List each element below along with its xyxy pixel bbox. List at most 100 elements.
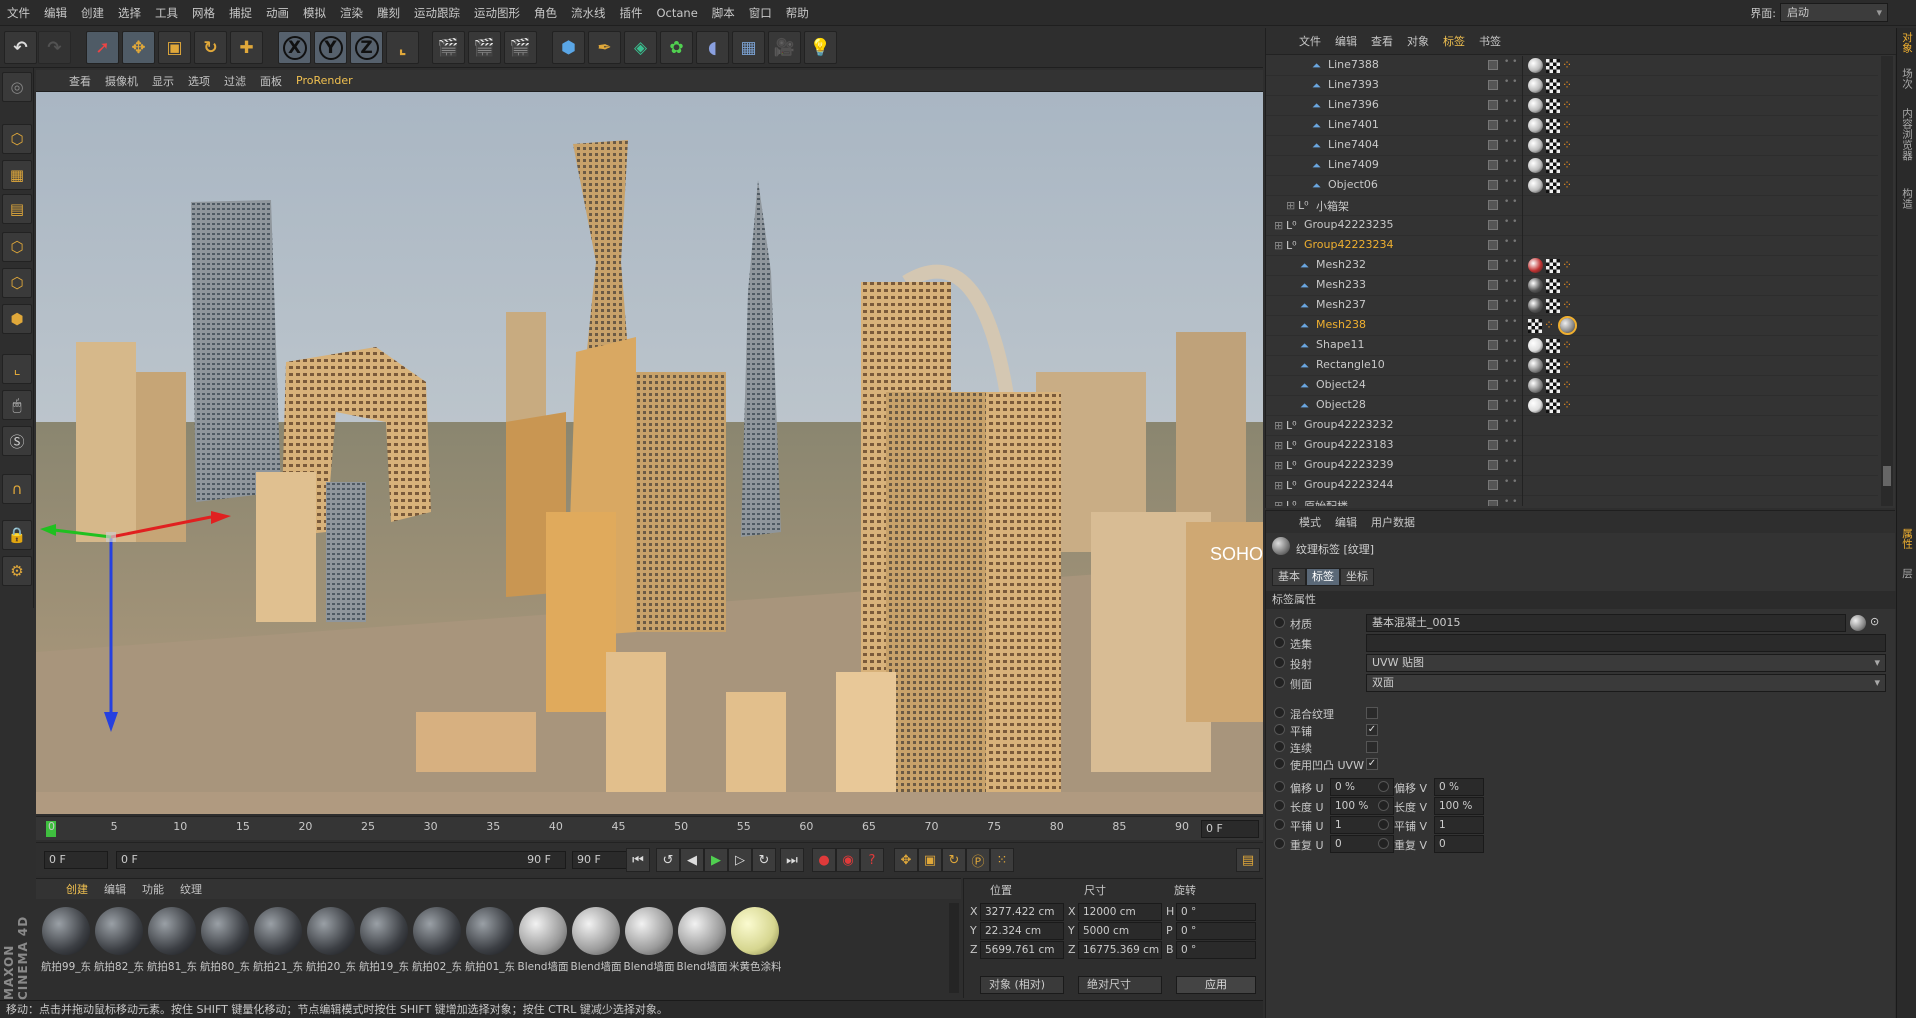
material-swatch[interactable]: 航拍81_东	[146, 905, 206, 985]
select-tool-button[interactable]: ➚	[86, 31, 119, 64]
material-swatch[interactable]: Blend墙面	[623, 905, 683, 985]
viewport-menu-item[interactable]: 查看	[62, 73, 98, 89]
attribute-checkbox[interactable]	[1366, 707, 1378, 719]
object-row[interactable]: ⏶ Object28 • • ⁘	[1266, 396, 1878, 416]
visibility-toggle-icon[interactable]	[1488, 320, 1498, 330]
timeline-window-button[interactable]: ▤	[1236, 848, 1260, 872]
apply-button[interactable]: 应用	[1176, 976, 1256, 994]
menu-item[interactable]: 工具	[148, 5, 185, 21]
attribute-dropdown[interactable]: 双面	[1366, 674, 1886, 692]
redo-button[interactable]: ↷	[38, 31, 71, 64]
side-tab[interactable]: 层	[1899, 568, 1915, 579]
checker-tag-icon[interactable]	[1546, 79, 1560, 93]
expand-icon[interactable]: ⊞	[1274, 239, 1283, 252]
snap-icon[interactable]: Ⓢ	[2, 426, 32, 456]
visibility-toggle-icon[interactable]	[1488, 420, 1498, 430]
menu-item[interactable]: 雕刻	[370, 5, 407, 21]
expand-icon[interactable]: ⊞	[1274, 459, 1283, 472]
menu-item[interactable]: 模拟	[296, 5, 333, 21]
object-row[interactable]: ⊞L⁰ 原始配楼 • •	[1266, 496, 1878, 506]
phong-tag-icon[interactable]: ⁘	[1562, 79, 1576, 93]
z-axis-button[interactable]: Z	[350, 31, 383, 64]
render-editor-dots-icon[interactable]: • •	[1504, 158, 1517, 167]
material-swatch[interactable]: Blend墙面	[676, 905, 736, 985]
material-menu-item[interactable]: 编辑	[96, 881, 134, 897]
render-editor-dots-icon[interactable]: • •	[1504, 118, 1517, 127]
checker-tag-icon[interactable]	[1546, 139, 1560, 153]
animate-radio-icon[interactable]	[1274, 800, 1285, 811]
pen-spline-button[interactable]: ✒	[588, 31, 621, 64]
visibility-toggle-icon[interactable]	[1488, 80, 1498, 90]
light-button[interactable]: 💡	[804, 31, 837, 64]
object-manager-menu-item[interactable]: 标签	[1436, 33, 1472, 49]
phong-tag-icon[interactable]: ⁘	[1562, 119, 1576, 133]
prev-frame-button[interactable]: ◀	[680, 848, 704, 872]
checker-tag-icon[interactable]	[1546, 299, 1560, 313]
phong-tag-icon[interactable]: ⁘	[1562, 299, 1576, 313]
side-tab[interactable]: 属性	[1899, 528, 1915, 549]
autokey-button[interactable]: ◉	[836, 848, 860, 872]
animate-radio-icon[interactable]	[1274, 637, 1285, 648]
goto-end-button[interactable]: ⏭	[780, 848, 804, 872]
phong-tag-icon[interactable]: ⁘	[1562, 99, 1576, 113]
y-axis-button[interactable]: Y	[314, 31, 347, 64]
visibility-toggle-icon[interactable]	[1488, 100, 1498, 110]
side-tab[interactable]: 内容浏览器	[1899, 108, 1915, 161]
animate-radio-icon[interactable]	[1274, 677, 1285, 688]
checker-tag-icon[interactable]	[1546, 399, 1560, 413]
material-menu-item[interactable]: 创建	[58, 881, 96, 897]
material-link-ball-icon[interactable]	[1850, 615, 1866, 631]
material-scrollbar[interactable]	[949, 903, 959, 993]
deformer-button[interactable]: ◖	[696, 31, 729, 64]
animate-radio-icon[interactable]	[1274, 741, 1285, 752]
render-editor-dots-icon[interactable]: • •	[1504, 278, 1517, 287]
record-active-objects-button[interactable]: ●	[812, 848, 836, 872]
object-row[interactable]: ⏶ Rectangle10 • • ⁘	[1266, 356, 1878, 376]
render-editor-dots-icon[interactable]: • •	[1504, 58, 1517, 67]
phong-tag-icon[interactable]: ⁘	[1562, 139, 1576, 153]
array-cloner-button[interactable]: ✿	[660, 31, 693, 64]
attribute-tab[interactable]: 坐标	[1340, 568, 1374, 586]
viewport-menu-item[interactable]: 过滤	[217, 73, 253, 89]
polygons-mode-icon[interactable]: ⬢	[2, 304, 32, 334]
menu-item[interactable]: 动画	[259, 5, 296, 21]
object-row[interactable]: ⊞ L⁰ Group42223244 • •	[1266, 476, 1878, 496]
material-tag-icon[interactable]	[1528, 278, 1543, 293]
object-row[interactable]: ⏶ Mesh233 • • ⁘	[1266, 276, 1878, 296]
material-tag-icon[interactable]	[1528, 258, 1543, 273]
coordinate-system-button[interactable]: ⌞	[386, 31, 419, 64]
attribute-menu-item[interactable]: 编辑	[1328, 514, 1364, 530]
animate-radio-icon[interactable]	[1274, 758, 1285, 769]
object-row[interactable]: ⏶ Mesh237 • • ⁘	[1266, 296, 1878, 316]
layout-select[interactable]: 启动	[1780, 3, 1888, 22]
size-field[interactable]: 16775.369 cm	[1078, 941, 1162, 959]
object-row[interactable]: ⏶ Line7404 • • ⁘	[1266, 136, 1878, 156]
live-selection-button[interactable]: ✚	[230, 31, 263, 64]
material-swatch[interactable]: 航拍20_东	[305, 905, 365, 985]
phong-tag-icon[interactable]: ⁘	[1562, 379, 1576, 393]
render-editor-dots-icon[interactable]: • •	[1504, 258, 1517, 267]
phong-tag-icon[interactable]: ⁘	[1562, 179, 1576, 193]
render-editor-dots-icon[interactable]: • •	[1504, 358, 1517, 367]
phong-tag-icon[interactable]: ⁘	[1562, 59, 1576, 73]
visibility-toggle-icon[interactable]	[1488, 380, 1498, 390]
rotation-field[interactable]: 0 °	[1176, 941, 1256, 959]
object-row[interactable]: ⏶ Object24 • • ⁘	[1266, 376, 1878, 396]
3d-viewport[interactable]: SOHO	[36, 92, 1263, 814]
phong-tag-icon[interactable]: ⁘	[1562, 279, 1576, 293]
object-row[interactable]: ⊞ L⁰ Group42223234 • •	[1266, 236, 1878, 256]
material-swatch[interactable]: 航拍21_东	[252, 905, 312, 985]
menu-item[interactable]: 角色	[527, 5, 564, 21]
number-input[interactable]: 0 %	[1434, 778, 1484, 796]
record-rotation-button[interactable]: ↻	[942, 848, 966, 872]
object-row[interactable]: ⊞ L⁰ 小箱架 • •	[1266, 196, 1878, 216]
material-menu-item[interactable]: 纹理	[172, 881, 210, 897]
object-row[interactable]: ⏶ Line7401 • • ⁘	[1266, 116, 1878, 136]
move-tool-button[interactable]: ✥	[122, 31, 155, 64]
expand-icon[interactable]: ⊞	[1274, 219, 1283, 232]
render-editor-dots-icon[interactable]: • •	[1504, 438, 1517, 447]
object-manager-menu-item[interactable]: 文件	[1292, 33, 1328, 49]
object-row[interactable]: ⏶ Shape11 • • ⁘	[1266, 336, 1878, 356]
attribute-menu-item[interactable]: 用户数据	[1364, 514, 1422, 530]
phong-tag-icon[interactable]: ⁘	[1562, 159, 1576, 173]
